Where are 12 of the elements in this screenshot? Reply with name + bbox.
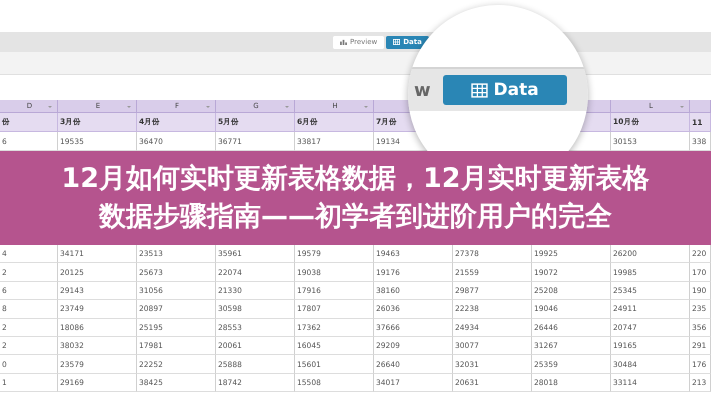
data-tab[interactable]: Data <box>442 75 567 105</box>
tab-label: w <box>414 80 431 100</box>
caret-icon[interactable] <box>364 106 368 108</box>
bar-chart-icon <box>340 39 347 45</box>
caret-icon[interactable] <box>285 106 289 108</box>
article-title: 12月如何实时更新表格数据，12月实时更新表格数据步骤指南——初学者到进阶用户的完全 <box>60 162 651 234</box>
grid-icon <box>470 82 488 98</box>
grid-icon <box>393 39 400 45</box>
caret-icon[interactable] <box>680 106 684 108</box>
caret-icon[interactable] <box>127 106 131 108</box>
caret-icon[interactable] <box>206 106 210 108</box>
caret-icon[interactable] <box>48 106 52 108</box>
